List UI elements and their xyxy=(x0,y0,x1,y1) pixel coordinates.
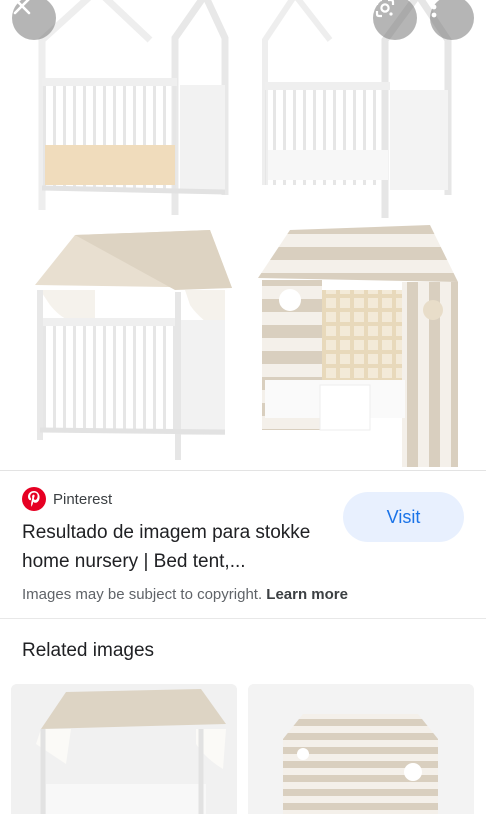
related-image-thumbnail[interactable] xyxy=(248,684,474,814)
related-image-thumbnail[interactable] xyxy=(11,684,237,814)
more-vert-icon xyxy=(431,0,437,18)
source-attribution[interactable]: Pinterest xyxy=(22,487,112,511)
main-image[interactable] xyxy=(0,0,486,470)
pinterest-logo-icon xyxy=(22,487,46,511)
crib-striped-tent xyxy=(258,225,458,467)
visit-button[interactable]: Visit xyxy=(343,492,464,542)
copyright-text: Images may be subject to copyright. xyxy=(22,586,263,603)
related-images-heading: Related images xyxy=(22,640,155,661)
learn-more-link[interactable]: Learn more xyxy=(266,586,348,603)
copyright-notice: Images may be subject to copyright. Lear… xyxy=(22,586,348,603)
crib-canopy-thumb xyxy=(11,684,237,814)
crib-collage xyxy=(35,0,458,467)
crib-house-frame-1 xyxy=(38,0,229,215)
divider xyxy=(0,618,486,619)
crib-house-frame-2 xyxy=(262,0,452,218)
google-lens-icon xyxy=(375,0,395,18)
result-title[interactable]: Resultado de imagem para stokke home nur… xyxy=(22,518,342,576)
crib-with-canopy xyxy=(35,230,232,460)
close-icon xyxy=(13,0,31,15)
striped-tent-thumb xyxy=(248,684,474,814)
source-name[interactable]: Pinterest xyxy=(53,491,112,508)
divider xyxy=(0,470,486,471)
